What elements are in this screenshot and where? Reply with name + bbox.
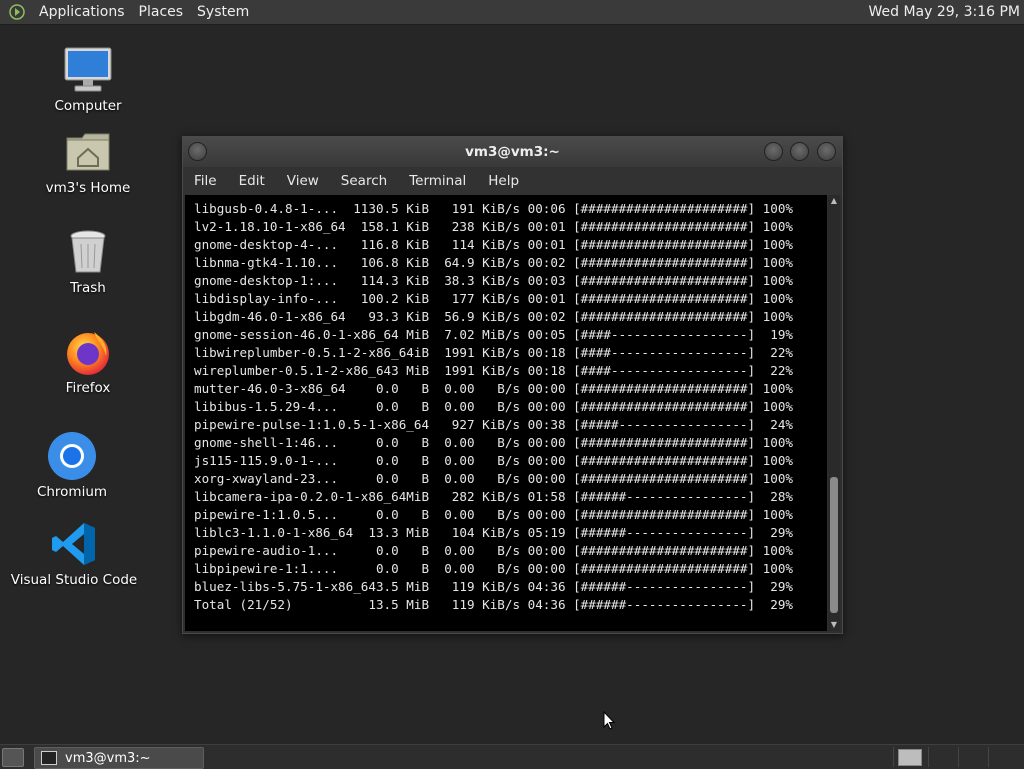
- clock[interactable]: Wed May 29, 3:16 PM: [869, 4, 1021, 20]
- terminal-line: libibus-1.5.29-4... 0.0 B 0.00 B/s 00:00…: [194, 399, 793, 414]
- panel-divider: [958, 747, 959, 767]
- distro-logo-icon[interactable]: [8, 3, 26, 21]
- maximize-button[interactable]: [790, 142, 809, 161]
- terminal-line: libpipewire-1:1.... 0.0 B 0.00 B/s 00:00…: [194, 561, 793, 576]
- menu-view[interactable]: View: [276, 173, 330, 189]
- terminal-line: bluez-libs-5.75-1-x86_643.5 MiB 119 KiB/…: [194, 579, 793, 594]
- terminal-line: pipewire-pulse-1:1.0.5-1-x86_64 927 KiB/…: [194, 417, 793, 432]
- terminal-line: libwireplumber-0.5.1-2-x86_64iB 1991 KiB…: [194, 345, 793, 360]
- panel-divider: [893, 747, 894, 767]
- desktop-icon-label: Computer: [54, 98, 122, 114]
- terminal-line: libgusb-0.4.8-1-... 1130.5 KiB 191 KiB/s…: [194, 201, 793, 216]
- places-menu[interactable]: Places: [132, 4, 191, 20]
- desktop-icon-label: vm3's Home: [45, 180, 131, 196]
- terminal-line: gnome-desktop-1:... 114.3 KiB 38.3 KiB/s…: [194, 273, 793, 288]
- terminal-line: pipewire-audio-1... 0.0 B 0.00 B/s 00:00…: [194, 543, 793, 558]
- terminal-line: libdisplay-info-... 100.2 KiB 177 KiB/s …: [194, 291, 793, 306]
- terminal-line: pipewire-1:1.0.5... 0.0 B 0.00 B/s 00:00…: [194, 507, 793, 522]
- terminal-line: xorg-xwayland-23... 0.0 B 0.00 B/s 00:00…: [194, 471, 793, 486]
- window-title: vm3@vm3:~: [465, 144, 560, 160]
- menu-file[interactable]: File: [183, 173, 228, 189]
- desktop-icon-home[interactable]: vm3's Home: [28, 126, 148, 196]
- terminal-output[interactable]: libgusb-0.4.8-1-... 1130.5 KiB 191 KiB/s…: [185, 195, 827, 631]
- taskbar-terminal-button[interactable]: vm3@vm3:~: [34, 747, 204, 769]
- terminal-line: Total (21/52) 13.5 MiB 119 KiB/s 04:36 […: [194, 597, 793, 612]
- menu-help[interactable]: Help: [477, 173, 530, 189]
- taskbar-task-label: vm3@vm3:~: [65, 750, 151, 766]
- menu-edit[interactable]: Edit: [228, 173, 276, 189]
- scrollbar-thumb[interactable]: [830, 477, 838, 613]
- menu-search[interactable]: Search: [330, 173, 398, 189]
- desktop-icon-label: Trash: [70, 280, 106, 296]
- terminal-line: libnma-gtk4-1.10... 106.8 KiB 64.9 KiB/s…: [194, 255, 793, 270]
- terminal-line: js115-115.9.0-1-... 0.0 B 0.00 B/s 00:00…: [194, 453, 793, 468]
- minimize-button[interactable]: [764, 142, 783, 161]
- desktop-icon-label: Firefox: [65, 380, 111, 396]
- terminal-line: libcamera-ipa-0.2.0-1-x86_64MiB 282 KiB/…: [194, 489, 793, 504]
- terminal-line: gnome-shell-1:46... 0.0 B 0.00 B/s 00:00…: [194, 435, 793, 450]
- terminal-line: wireplumber-0.5.1-2-x86_643 MiB 1991 KiB…: [194, 363, 793, 378]
- show-desktop-icon[interactable]: [2, 748, 24, 767]
- applications-menu[interactable]: Applications: [32, 4, 132, 20]
- terminal-line: gnome-desktop-4-... 116.8 KiB 114 KiB/s …: [194, 237, 793, 252]
- terminal-lines: libgusb-0.4.8-1-... 1130.5 KiB 191 KiB/s…: [194, 200, 793, 614]
- scroll-down-arrow-icon[interactable]: ▼: [828, 619, 840, 631]
- mouse-cursor-icon: [603, 710, 616, 735]
- firefox-icon: [62, 326, 114, 378]
- trash-icon: [62, 226, 114, 278]
- desktop-icon-vscode[interactable]: Visual Studio Code: [10, 518, 138, 588]
- desktop-icon-label: Chromium: [36, 484, 108, 500]
- desktop-icon-firefox[interactable]: Firefox: [28, 326, 148, 396]
- terminal-menubar: File Edit View Search Terminal Help: [183, 167, 842, 195]
- system-menu[interactable]: System: [190, 4, 256, 20]
- close-button[interactable]: [817, 142, 836, 161]
- terminal-line: gnome-session-46.0-1-x86_64 MiB 7.02 MiB…: [194, 327, 793, 342]
- desktop-icon-chromium[interactable]: Chromium: [12, 430, 132, 500]
- terminal-line: libgdm-46.0-1-x86_64 93.3 KiB 56.9 KiB/s…: [194, 309, 793, 324]
- desktop-icon-computer[interactable]: Computer: [28, 44, 148, 114]
- computer-icon: [62, 44, 114, 96]
- terminal-window[interactable]: vm3@vm3:~ File Edit View Search Terminal…: [182, 136, 843, 634]
- terminal-titlebar[interactable]: vm3@vm3:~: [183, 137, 842, 167]
- terminal-icon: [41, 751, 57, 765]
- top-panel: Applications Places System Wed May 29, 3…: [0, 0, 1024, 25]
- panel-divider: [988, 747, 989, 767]
- home-folder-icon: [62, 126, 114, 178]
- terminal-line: liblc3-1.1.0-1-x86_64 13.3 MiB 104 KiB/s…: [194, 525, 793, 540]
- desktop-icon-label: Visual Studio Code: [10, 572, 138, 588]
- workspace-switcher[interactable]: [898, 749, 922, 766]
- terminal-line: mutter-46.0-3-x86_64 0.0 B 0.00 B/s 00:0…: [194, 381, 793, 396]
- terminal-line: lv2-1.18.10-1-x86_64 158.1 KiB 238 KiB/s…: [194, 219, 793, 234]
- vscode-icon: [48, 518, 100, 570]
- chromium-icon: [46, 430, 98, 482]
- desktop-icon-trash[interactable]: Trash: [28, 226, 148, 296]
- bottom-panel: vm3@vm3:~: [0, 744, 1024, 769]
- menu-terminal[interactable]: Terminal: [398, 173, 477, 189]
- scroll-up-arrow-icon[interactable]: ▲: [828, 195, 840, 207]
- terminal-scrollbar[interactable]: ▲ ▼: [828, 195, 840, 631]
- panel-divider: [928, 747, 929, 767]
